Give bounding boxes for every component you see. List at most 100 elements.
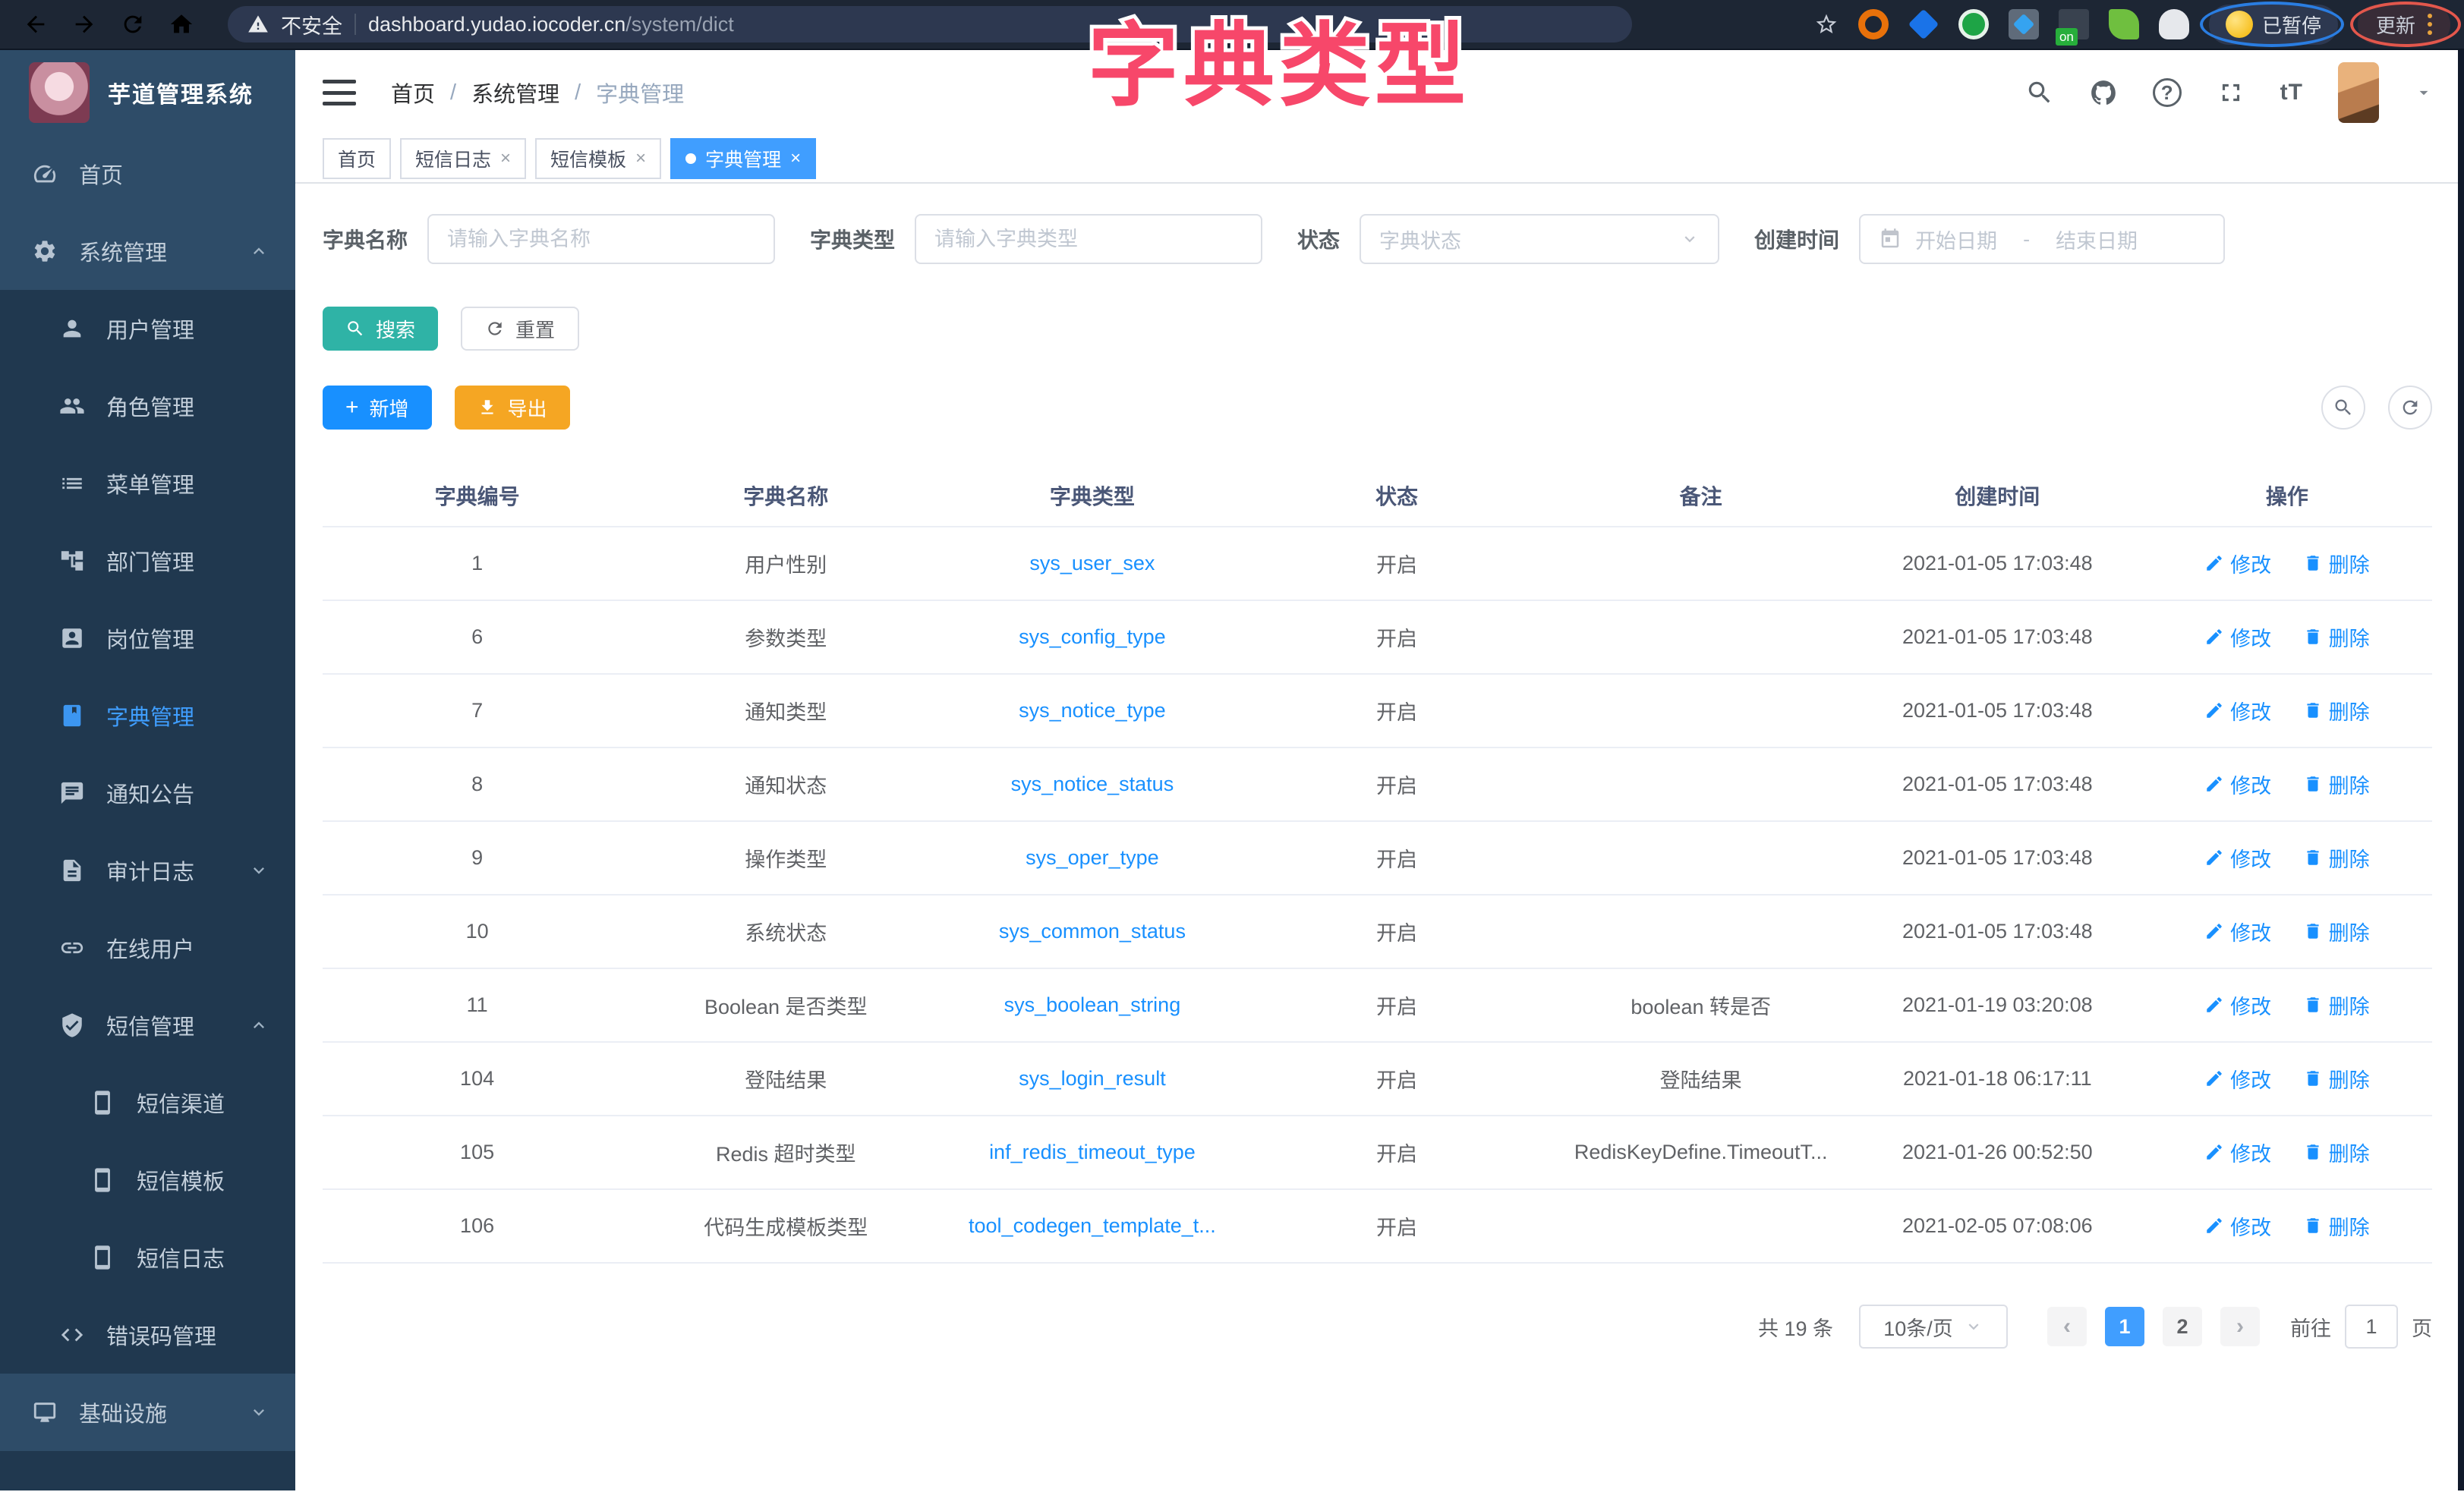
collapse-sidebar-icon[interactable] [323, 80, 356, 105]
chrome-update-button[interactable]: 更新 [2358, 5, 2450, 45]
delete-link[interactable]: 删除 [2303, 990, 2370, 1020]
goto-page-input[interactable] [2345, 1305, 2398, 1349]
delete-link[interactable]: 删除 [2303, 843, 2370, 873]
download-icon [477, 398, 497, 417]
edit-link[interactable]: 修改 [2204, 990, 2271, 1020]
edit-link[interactable]: 修改 [2204, 770, 2271, 799]
edit-link[interactable]: 修改 [2204, 843, 2271, 873]
export-button[interactable]: 导出 [455, 386, 570, 430]
sidebar-item[interactable]: 短信日志 [0, 1219, 295, 1296]
dict-type-link[interactable]: sys_config_type [1019, 625, 1166, 648]
extensions-puzzle-icon[interactable] [2159, 9, 2189, 39]
delete-link[interactable]: 删除 [2303, 622, 2370, 652]
delete-link[interactable]: 删除 [2303, 917, 2370, 946]
sidebar-item[interactable]: 角色管理 [0, 367, 295, 445]
page-button-1[interactable]: 1 [2105, 1307, 2144, 1346]
font-size-icon[interactable]: tT [2280, 80, 2303, 105]
close-icon[interactable]: × [500, 148, 511, 169]
sidebar-item[interactable]: 错误码管理 [0, 1296, 295, 1374]
edit-link[interactable]: 修改 [2204, 917, 2271, 946]
user-avatar[interactable] [2338, 62, 2379, 123]
dict-type-link[interactable]: tool_codegen_template_t... [969, 1214, 1216, 1237]
dict-name-input[interactable] [447, 228, 755, 251]
next-page-button[interactable]: › [2220, 1307, 2260, 1346]
breadcrumb-system[interactable]: 系统管理 [471, 77, 559, 109]
search-icon[interactable] [2025, 78, 2054, 107]
edit-link[interactable]: 修改 [2204, 622, 2271, 652]
status-select[interactable]: 字典状态 [1360, 214, 1719, 264]
dict-type-link[interactable]: sys_boolean_string [1004, 993, 1181, 1016]
breadcrumb-home[interactable]: 首页 [391, 77, 435, 109]
delete-link[interactable]: 删除 [2303, 1211, 2370, 1241]
reset-button[interactable]: 重置 [461, 307, 579, 351]
extension-icon-bars[interactable]: on [2059, 9, 2089, 39]
sidebar-item[interactable]: 在线用户 [0, 909, 295, 987]
sidebar-item[interactable]: 用户管理 [0, 290, 295, 367]
add-button[interactable]: + 新增 [323, 386, 432, 430]
extension-icon-leaf[interactable] [2109, 9, 2139, 39]
edit-link[interactable]: 修改 [2204, 1064, 2271, 1094]
date-range-picker[interactable]: 开始日期 - 结束日期 [1859, 214, 2225, 264]
dict-type-link[interactable]: sys_user_sex [1029, 552, 1155, 574]
fullscreen-icon[interactable] [2217, 78, 2245, 107]
home-icon[interactable] [169, 11, 194, 37]
paused-extension-badge[interactable]: 已暂停 [2209, 5, 2338, 45]
page-size-select[interactable]: 10条/页 [1859, 1305, 2008, 1349]
sidebar-item[interactable]: 字典管理 [0, 677, 295, 754]
tab[interactable]: 字典管理 × [670, 138, 816, 179]
sidebar-item[interactable]: 短信渠道 [0, 1064, 295, 1141]
close-icon[interactable]: × [635, 148, 646, 169]
reload-icon[interactable] [120, 11, 146, 37]
browser-menu-icon[interactable] [2428, 14, 2432, 35]
address-bar[interactable]: 不安全 dashboard.yudao.iocoder.cn/system/di… [228, 6, 1632, 42]
chevron-down-icon[interactable] [2414, 83, 2434, 102]
sidebar-item[interactable]: 首页 [0, 135, 295, 212]
back-icon[interactable] [23, 11, 49, 37]
tab[interactable]: 短信模板 × [535, 138, 661, 179]
page-button-2[interactable]: 2 [2163, 1307, 2202, 1346]
sidebar-item[interactable]: 基础设施 [0, 1374, 295, 1451]
sidebar-item[interactable]: 菜单管理 [0, 445, 295, 522]
extension-icon-gem[interactable] [1908, 9, 1939, 40]
sidebar-item[interactable]: 短信管理 [0, 987, 295, 1064]
trash-icon [2303, 553, 2323, 573]
sidebar-item[interactable]: 短信模板 [0, 1141, 295, 1219]
dict-type-link[interactable]: sys_common_status [999, 920, 1186, 943]
dict-type-link[interactable]: sys_oper_type [1026, 846, 1159, 869]
delete-link[interactable]: 删除 [2303, 1064, 2370, 1094]
help-icon[interactable]: ? [2153, 78, 2182, 107]
extension-icon-green[interactable] [1958, 9, 1989, 39]
delete-link[interactable]: 删除 [2303, 696, 2370, 726]
dict-type-input[interactable] [934, 228, 1243, 251]
prev-page-button[interactable]: ‹ [2047, 1307, 2087, 1346]
extension-icon-orange[interactable] [1858, 9, 1889, 39]
dict-type-link[interactable]: sys_notice_status [1011, 773, 1174, 795]
tab[interactable]: 首页 [323, 138, 391, 179]
delete-link[interactable]: 删除 [2303, 549, 2370, 578]
bookmark-star-icon[interactable] [1814, 12, 1839, 36]
refresh-icon [2399, 397, 2421, 418]
delete-link[interactable]: 删除 [2303, 770, 2370, 799]
edit-link[interactable]: 修改 [2204, 1211, 2271, 1241]
edit-link[interactable]: 修改 [2204, 1138, 2271, 1167]
dict-type-link[interactable]: sys_notice_type [1019, 699, 1166, 722]
dict-type-link[interactable]: sys_login_result [1019, 1067, 1166, 1090]
delete-link[interactable]: 删除 [2303, 1138, 2370, 1167]
edit-link[interactable]: 修改 [2204, 549, 2271, 578]
edit-link[interactable]: 修改 [2204, 696, 2271, 726]
sidebar-item[interactable]: 系统管理 [0, 212, 295, 290]
close-icon[interactable]: × [790, 148, 801, 169]
dict-type-link[interactable]: inf_redis_timeout_type [989, 1141, 1196, 1163]
forward-icon[interactable] [71, 11, 97, 37]
sidebar-item[interactable]: 审计日志 [0, 832, 295, 909]
refresh-table-button[interactable] [2388, 386, 2432, 430]
sidebar-item[interactable]: 岗位管理 [0, 600, 295, 677]
sidebar-item[interactable]: 部门管理 [0, 522, 295, 600]
show-search-toggle-button[interactable] [2321, 386, 2365, 430]
sidebar-logo[interactable]: 芋道管理系统 [0, 50, 295, 135]
tab[interactable]: 短信日志 × [400, 138, 526, 179]
extension-icon-tag[interactable] [2009, 9, 2039, 39]
github-icon[interactable] [2089, 78, 2118, 107]
search-button[interactable]: 搜索 [323, 307, 438, 351]
sidebar-item[interactable]: 通知公告 [0, 754, 295, 832]
